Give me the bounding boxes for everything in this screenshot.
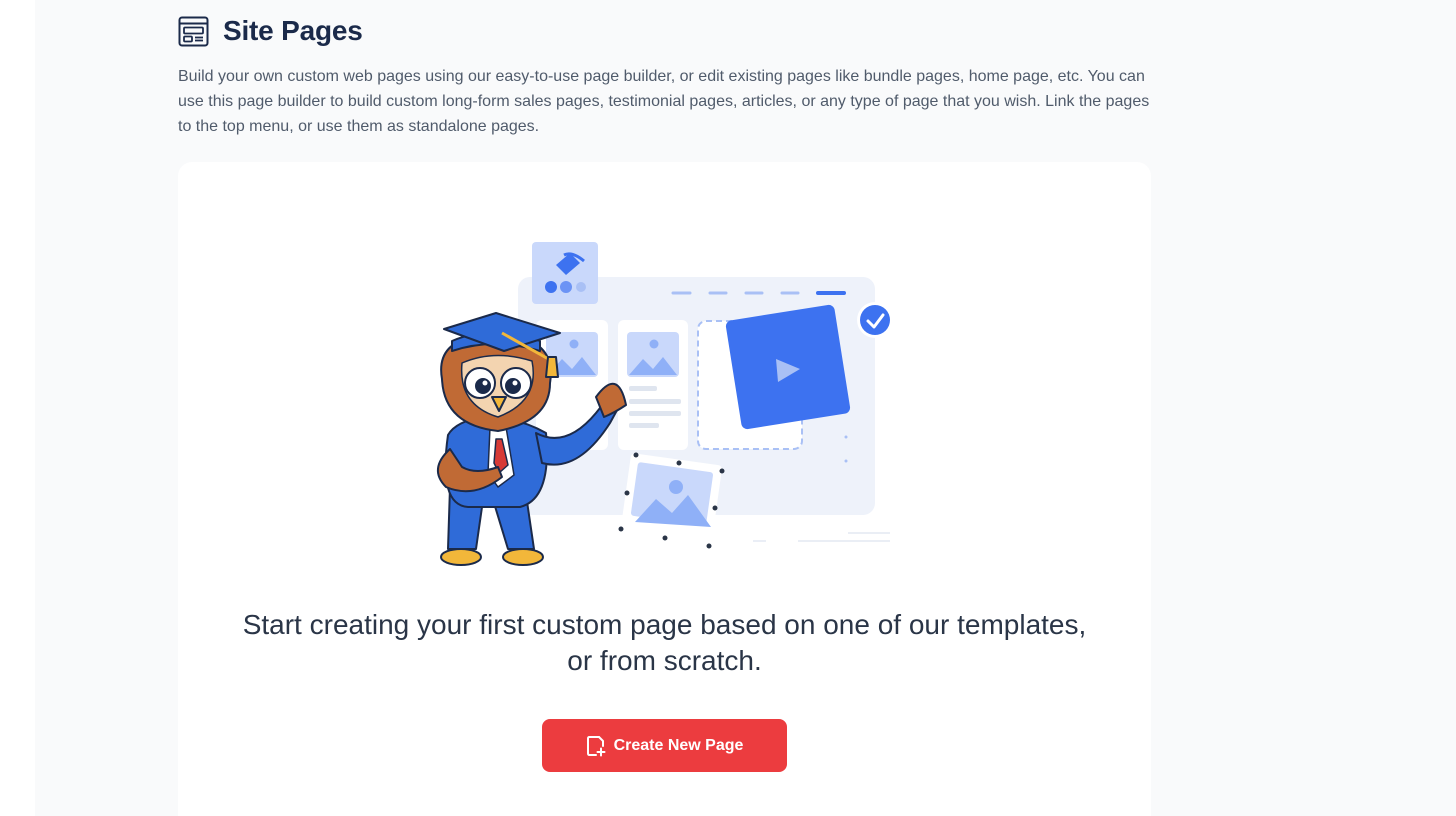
new-page-icon (586, 735, 606, 756)
create-new-page-label: Create New Page (613, 736, 744, 754)
page-title: Site Pages (223, 15, 363, 46)
owl-mascot-page-builder-illustration (437, 242, 893, 566)
empty-state-card: Start creating your first custom page ba… (178, 162, 1151, 816)
page-layout-icon (178, 16, 209, 46)
page-description: Build your own custom web pages using ou… (178, 68, 1150, 135)
create-new-page-button[interactable]: Create New Page (542, 719, 787, 772)
empty-state-message: Start creating your first custom page ba… (242, 609, 1087, 676)
page-header: Site Pages (178, 14, 363, 48)
